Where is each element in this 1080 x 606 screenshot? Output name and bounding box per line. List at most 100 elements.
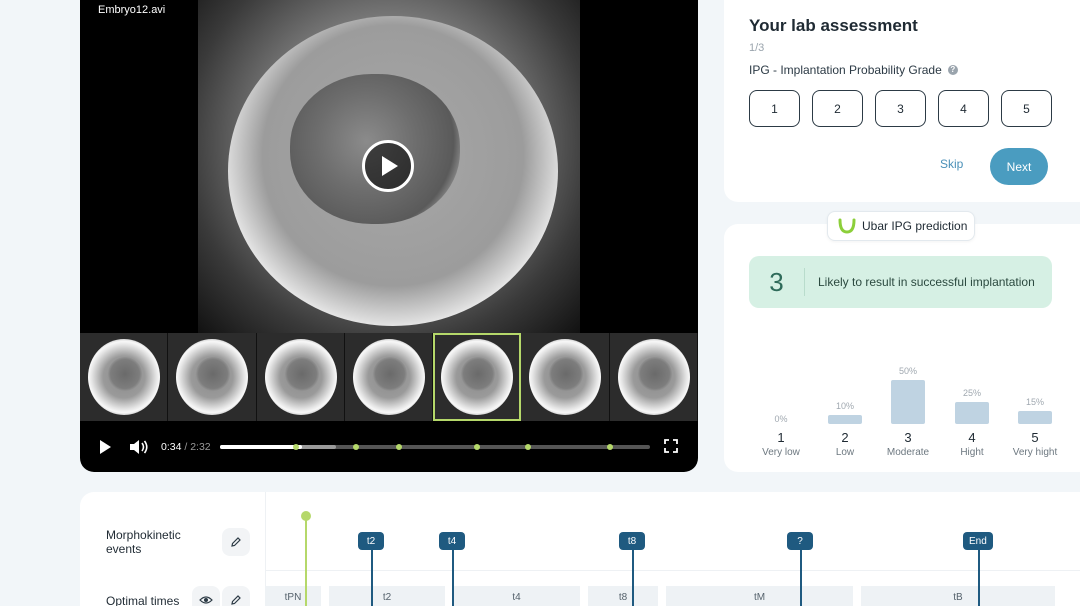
marker-unknown[interactable]: ? <box>787 532 813 550</box>
segment-t4: t4 <box>453 586 580 606</box>
distribution-column: 25% 4 Hight <box>940 388 1004 458</box>
video-frame[interactable] <box>198 0 580 333</box>
distribution-percent: 50% <box>898 366 917 376</box>
distribution-bar <box>1018 410 1052 424</box>
grade-label-text: IPG - Implantation Probability Grade <box>749 63 942 77</box>
thumbnail[interactable] <box>168 333 257 421</box>
current-time: 0:34 <box>161 440 182 453</box>
distribution-percent: 25% <box>962 388 981 398</box>
thumbnail-cell <box>284 357 319 391</box>
timeline-start-line <box>305 516 307 606</box>
marker-line <box>632 550 634 606</box>
video-player: Embryo12.avi 0:34 / 2:32 <box>80 0 698 472</box>
lab-assessment-card: Your lab assessment 1/3 IPG - Implantati… <box>724 0 1080 202</box>
prediction-grade: 3 <box>749 268 805 296</box>
distribution-label: Very low <box>762 447 800 458</box>
thumbnail-cell <box>461 357 496 391</box>
segment-tm: tM <box>666 586 853 606</box>
marker-t4[interactable]: t4 <box>439 532 465 550</box>
event-dot[interactable] <box>607 444 613 450</box>
distribution-grade: 4 <box>968 430 976 445</box>
help-icon[interactable]: ? <box>947 65 958 75</box>
distribution-grade: 2 <box>841 430 849 445</box>
marker-line <box>452 550 454 606</box>
time-display: 0:34 / 2:32 <box>161 441 211 453</box>
marker-line <box>371 550 373 606</box>
grade-button-4[interactable]: 4 <box>938 90 989 127</box>
edit-events-button[interactable] <box>222 528 250 556</box>
timeline-row-divider <box>265 570 1080 571</box>
event-dot[interactable] <box>396 444 403 450</box>
distribution-label: Moderate <box>886 447 930 458</box>
event-dot[interactable] <box>293 444 300 450</box>
thumbnail[interactable] <box>80 333 169 421</box>
eye-icon <box>199 596 213 604</box>
player-controls: 0:34 / 2:32 <box>80 421 698 472</box>
distribution-percent: 10% <box>835 401 854 412</box>
progress-fill <box>220 445 302 449</box>
distribution-percent: 0% <box>774 414 788 424</box>
grade-label: IPG - Implantation Probability Grade ? <box>749 63 958 77</box>
grade-button-1[interactable]: 1 <box>749 90 800 127</box>
view-times-button[interactable] <box>192 586 220 606</box>
fullscreen-icon[interactable] <box>664 439 678 453</box>
prediction-card: Ubar IPG prediction 3 Likely to result i… <box>724 211 1080 472</box>
timeline-card: Morphokinetic events Optimal times tPN t… <box>80 492 1080 606</box>
distribution-percent: 15% <box>1025 396 1044 407</box>
distribution-column: 10% 2 Low <box>813 401 877 458</box>
next-button[interactable]: Next <box>990 148 1048 185</box>
timeline-start-handle[interactable] <box>301 511 311 521</box>
volume-icon[interactable] <box>129 439 149 455</box>
event-dot[interactable] <box>525 444 532 450</box>
marker-t8[interactable]: t8 <box>619 532 645 550</box>
thumbnail-selected[interactable] <box>433 333 522 421</box>
distribution-column: 50% 3 Moderate <box>876 366 940 458</box>
grade-button-5[interactable]: 5 <box>1001 90 1052 127</box>
skip-button[interactable]: Skip <box>940 157 963 171</box>
event-dot[interactable] <box>353 444 360 450</box>
play-overlay-button[interactable] <box>362 140 414 192</box>
prediction-badge-label: Ubar IPG prediction <box>862 219 968 233</box>
prediction-text: Likely to result in successful implantat… <box>818 275 1035 289</box>
play-button[interactable] <box>100 439 111 454</box>
segment-tpn: tPN <box>265 586 321 606</box>
progress-bar[interactable] <box>220 444 650 450</box>
pencil-icon <box>231 537 241 547</box>
pencil-icon <box>231 595 241 605</box>
distribution-column: 0% 1 Very low <box>749 414 813 458</box>
marker-line <box>800 550 802 606</box>
play-icon <box>382 156 398 176</box>
marker-end[interactable]: End <box>963 532 993 550</box>
video-filename: Embryo12.avi <box>98 4 166 16</box>
segment-tb: tB <box>861 586 1055 606</box>
prediction-result: 3 Likely to result in successful implant… <box>749 256 1052 308</box>
distribution-grade: 3 <box>904 430 912 445</box>
distribution-label: Very hight <box>1012 447 1058 458</box>
event-dot[interactable] <box>473 444 480 450</box>
grade-distribution: 0% 1 Very low 10% 2 Low 50% 3 Moderate 25% 4 Hight 1… <box>749 348 1079 458</box>
morphokinetic-events-label: Morphokinetic events <box>106 528 181 556</box>
prediction-badge: Ubar IPG prediction <box>827 211 975 241</box>
distribution-bar <box>891 380 925 424</box>
time-separator: / <box>181 440 191 453</box>
distribution-grade: 1 <box>777 430 785 445</box>
grade-button-3[interactable]: 3 <box>875 90 926 127</box>
thumbnail[interactable] <box>609 333 698 421</box>
edit-times-button[interactable] <box>222 586 250 606</box>
grade-buttons: 1 2 3 4 5 <box>749 90 1052 127</box>
thumbnail-strip <box>80 333 698 421</box>
duration: 2:32 <box>190 440 211 453</box>
distribution-bar <box>828 415 862 424</box>
optimal-times-label: Optimal times <box>106 594 180 606</box>
distribution-bar <box>955 402 989 424</box>
marker-line <box>978 550 980 606</box>
distribution-label: Low <box>835 447 855 458</box>
marker-t2[interactable]: t2 <box>358 532 384 550</box>
segment-t8: t8 <box>588 586 658 606</box>
segment-t2: t2 <box>329 586 445 606</box>
thumbnail[interactable] <box>256 333 345 421</box>
grade-button-2[interactable]: 2 <box>812 90 863 127</box>
thumbnail[interactable] <box>521 333 610 421</box>
thumbnail[interactable] <box>344 333 434 421</box>
distribution-label: Hight <box>960 447 984 458</box>
